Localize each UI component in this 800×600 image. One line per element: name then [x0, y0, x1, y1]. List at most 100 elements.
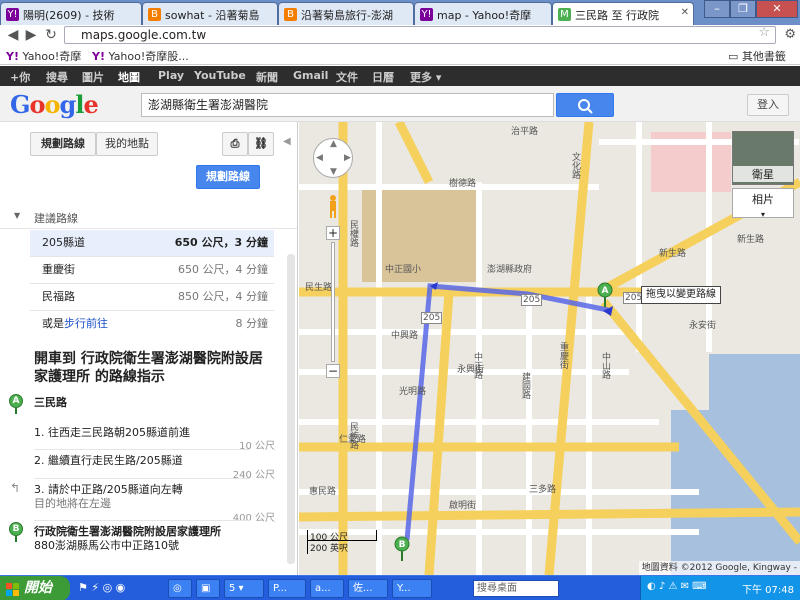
route-distance: 650 公尺，4 分鐘: [178, 263, 268, 276]
route-option[interactable]: 民福路 850 公尺，4 分鐘: [30, 284, 274, 311]
tab-strip: Y! 陽明(2609) - 技術 B sowhat - 沿著菊島 B 沿著菊島旅…: [0, 0, 800, 26]
blogger-icon: B: [284, 8, 297, 21]
svg-text:A: A: [602, 286, 609, 296]
windows-logo-icon: [6, 581, 20, 596]
gbar-item[interactable]: 日曆: [372, 69, 394, 85]
svg-text:B: B: [399, 540, 406, 550]
plan-route-button[interactable]: 規劃路線: [196, 165, 260, 189]
yahoo-icon: Y!: [6, 50, 19, 63]
gbar-item[interactable]: Gmail: [293, 69, 328, 82]
clock: 下午 07:48: [742, 585, 794, 596]
walk-link[interactable]: 步行前往: [64, 317, 108, 330]
gbar-item[interactable]: 文件: [336, 69, 358, 85]
gbar-item[interactable]: 搜尋: [46, 69, 68, 85]
route-option[interactable]: 重慶街 650 公尺，4 分鐘: [30, 257, 274, 284]
url-field[interactable]: maps.google.com.tw: [64, 26, 776, 44]
directions-heading: 開車到 行政院衛生署澎湖醫院附設居家護理所 的路線指示: [34, 351, 263, 385]
tray-icons[interactable]: ◐ ♪ ⚠ ✉ ⌨: [647, 581, 707, 592]
pegman-icon[interactable]: [326, 194, 340, 218]
bookmark-item[interactable]: Y! Yahoo!奇摩股...: [92, 48, 189, 64]
maps-icon: M: [558, 8, 571, 21]
gbar-item[interactable]: 新聞: [256, 69, 278, 85]
taskbar-item[interactable]: 5 ▾: [224, 579, 264, 598]
direction-step[interactable]: 2. 繼續直行走民生路/205縣道: [34, 452, 250, 468]
taskbar-item[interactable]: 佐...: [348, 579, 388, 598]
desktop-search-input[interactable]: 搜尋桌面: [473, 580, 559, 597]
divider: [34, 478, 250, 479]
divider: [34, 520, 250, 521]
taskbar: 開始 ⚑ ⚡ ◎ ◉ ◎ ▣ 5 ▾ P... a... 佐... Y... 搜…: [0, 575, 800, 600]
star-icon[interactable]: ☆: [758, 25, 770, 40]
route-distance: 850 公尺，4 分鐘: [178, 290, 268, 303]
gbar-item[interactable]: Play: [158, 69, 184, 82]
gbar-item[interactable]: YouTube: [194, 69, 246, 82]
browser-tab[interactable]: B 沿著菊島旅行-澎湖: [278, 2, 414, 25]
tab-my-places[interactable]: 我的地點: [96, 132, 158, 156]
reload-icon[interactable]: ↻: [42, 26, 60, 44]
pan-control[interactable]: ▲ ◀ ▶ ▼: [313, 138, 353, 178]
start-button[interactable]: 開始: [0, 576, 70, 600]
gbar-item[interactable]: 更多 ▾: [410, 69, 441, 85]
back-icon[interactable]: ◀: [4, 26, 22, 44]
tab-directions[interactable]: 規劃路線: [30, 132, 96, 156]
close-icon[interactable]: ✕: [756, 0, 798, 18]
close-tab-icon[interactable]: ✕: [681, 7, 689, 18]
photo-toggle[interactable]: 相片 ▾: [732, 188, 794, 219]
zoom-out-icon[interactable]: −: [326, 364, 340, 378]
app-task-icon[interactable]: ▣: [196, 579, 220, 598]
login-button[interactable]: 登入: [747, 94, 789, 116]
print-icon[interactable]: ⎙: [222, 132, 248, 156]
tab-label: sowhat - 沿著菊島: [165, 9, 260, 22]
expand-arrow-icon[interactable]: ▼: [14, 211, 20, 220]
pan-down-icon[interactable]: ▼: [330, 167, 337, 177]
google-logo[interactable]: Google: [10, 90, 99, 119]
gbar-item[interactable]: 圖片: [82, 69, 104, 85]
origin-marker-icon: A: [9, 394, 23, 414]
divider: [0, 228, 297, 229]
browser-tab[interactable]: Y! map - Yahoo!奇摩: [414, 2, 552, 25]
pan-right-icon[interactable]: ▶: [344, 153, 351, 163]
zoom-in-icon[interactable]: +: [326, 226, 340, 240]
quicklaunch-icons[interactable]: ⚑ ⚡ ◎ ◉: [78, 581, 125, 594]
scale-bar: 100 公尺 200 英呎: [307, 530, 377, 554]
collapse-icon[interactable]: ◀: [283, 136, 291, 147]
gbar-item-active[interactable]: 地圖: [118, 69, 140, 85]
minimize-icon[interactable]: –: [704, 0, 730, 18]
bookmark-bar: Y! Yahoo!奇摩 Y! Yahoo!奇摩股... ▭ 其他書籤: [0, 45, 800, 65]
wrench-icon[interactable]: ⚙: [784, 27, 796, 42]
map-canvas[interactable]: A B 治平路 樹德路 文化路 民權路 中正國小 澎湖縣政府 民生路 新生路 中…: [299, 122, 800, 575]
pan-left-icon[interactable]: ◀: [316, 153, 323, 163]
map-label: 三多路: [529, 485, 557, 495]
pan-up-icon[interactable]: ▲: [330, 139, 337, 149]
taskbar-item[interactable]: P...: [268, 579, 306, 598]
panel-scrollbar[interactable]: [287, 254, 295, 564]
map-label: 永安街: [689, 321, 717, 331]
forward-icon[interactable]: ▶: [22, 26, 40, 44]
bookmark-item[interactable]: Y! Yahoo!奇摩: [6, 48, 81, 64]
map-label: 中山路: [600, 352, 610, 379]
map-label: 樹德路: [449, 179, 477, 189]
satellite-toggle[interactable]: 衛星: [732, 131, 794, 185]
road-shield: 205: [521, 294, 543, 306]
other-bookmarks[interactable]: ▭ 其他書籤: [728, 48, 786, 64]
road-shield: 205: [421, 312, 443, 324]
maximize-icon[interactable]: ❐: [730, 0, 756, 18]
taskbar-item[interactable]: a...: [310, 579, 344, 598]
search-input[interactable]: 澎湖縣衛生署澎湖醫院: [141, 93, 554, 117]
direction-step[interactable]: 1. 往西走三民路朝205縣道前進: [34, 424, 250, 440]
search-button[interactable]: [556, 93, 614, 117]
browser-tab-active[interactable]: M 三民路 至 行政院 ✕: [552, 2, 694, 26]
browser-tab[interactable]: Y! 陽明(2609) - 技術: [0, 2, 142, 25]
gbar-item[interactable]: +你: [10, 69, 30, 85]
suggested-routes-title: 建議路線: [34, 212, 78, 225]
link-icon[interactable]: ⛓: [248, 132, 274, 156]
map-label: 新生路: [659, 249, 687, 259]
tab-label: 陽明(2609) - 技術: [23, 9, 115, 22]
browser-tab[interactable]: B sowhat - 沿著菊島: [142, 2, 278, 25]
google-header: Google 澎湖縣衛生署澎湖醫院 登入: [0, 86, 800, 122]
taskbar-item[interactable]: Y...: [392, 579, 432, 598]
chrome-task-icon[interactable]: ◎: [168, 579, 192, 598]
route-option[interactable]: 205縣道 650 公尺，3 分鐘: [30, 230, 274, 257]
zoom-slider[interactable]: [331, 242, 335, 362]
map-label: 中正路: [472, 352, 482, 379]
